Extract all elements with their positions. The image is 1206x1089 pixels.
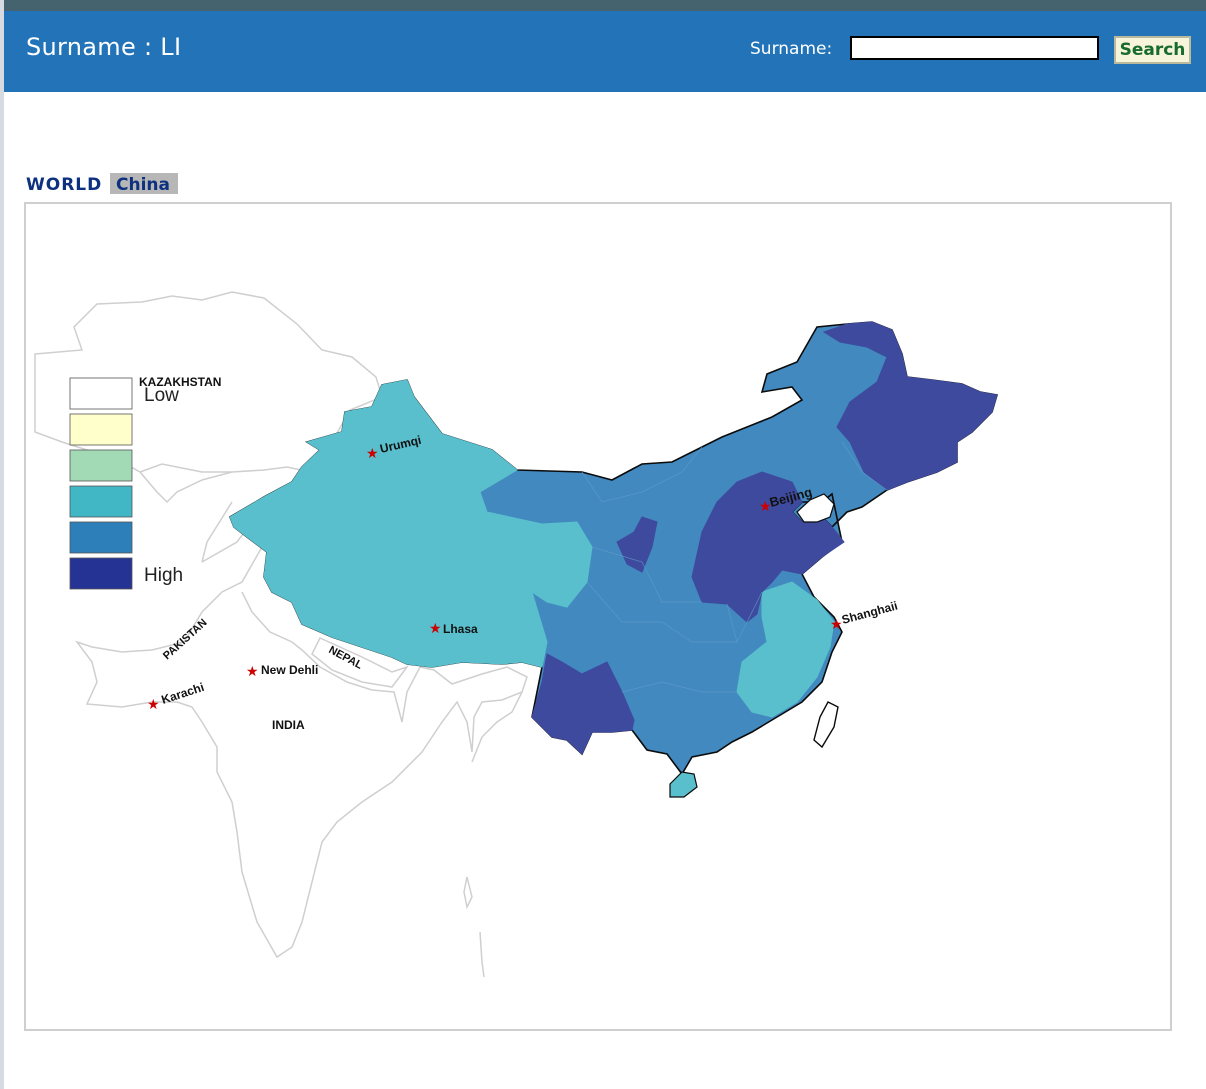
city-new-delhi: New Dehli	[261, 663, 318, 677]
legend-swatch-1	[69, 377, 133, 410]
legend-swatch-6	[69, 557, 133, 590]
surname-label: Surname:	[750, 39, 833, 59]
legend-swatch-4	[69, 485, 133, 518]
tab-china[interactable]: China	[110, 173, 178, 195]
myanmar-outline	[471, 691, 523, 763]
label-pakistan: PAKISTAN	[161, 617, 210, 662]
search-button[interactable]: Search	[1114, 36, 1191, 64]
star-icon-urumqi: ★	[366, 446, 379, 462]
legend-swatch-2	[69, 413, 133, 446]
star-icon-karachi: ★	[147, 697, 160, 713]
legend-swatch-5	[69, 521, 133, 554]
tab-world[interactable]: WORLD	[26, 175, 102, 195]
legend-high-label: High	[144, 565, 183, 586]
map-frame: Low High KAZAKHSTAN PAKISTAN NEPAL INDIA…	[24, 202, 1172, 1031]
star-icon-shanghai: ★	[830, 617, 843, 633]
region-hainan[interactable]	[669, 771, 698, 798]
taiwan-outline	[813, 701, 839, 749]
label-kazakhstan: KAZAKHSTAN	[139, 375, 221, 389]
sri-lanka-outline	[463, 876, 473, 910]
legend-swatch-3	[69, 449, 133, 482]
page-header: Surname : LI Surname: Search	[4, 11, 1206, 92]
label-india: INDIA	[272, 718, 305, 732]
city-shanghai: Shanghaii	[840, 599, 899, 627]
legend: Low High	[69, 377, 183, 590]
page-title: Surname : LI	[26, 33, 182, 61]
andaman-islands	[479, 931, 485, 978]
china-map[interactable]: Low High KAZAKHSTAN PAKISTAN NEPAL INDIA…	[26, 204, 1170, 1029]
surname-input[interactable]	[850, 36, 1099, 60]
top-strip	[4, 0, 1206, 11]
page-left-rule	[0, 0, 4, 1089]
star-icon-new-delhi: ★	[246, 664, 259, 680]
central-asia-outline	[139, 463, 233, 563]
city-karachi: Karachi	[160, 680, 206, 707]
region-xinjiang-tibet-qinghai[interactable]	[229, 379, 593, 668]
city-lhasa: Lhasa	[443, 622, 478, 636]
label-nepal: NEPAL	[327, 644, 365, 672]
star-icon-lhasa: ★	[429, 621, 442, 637]
